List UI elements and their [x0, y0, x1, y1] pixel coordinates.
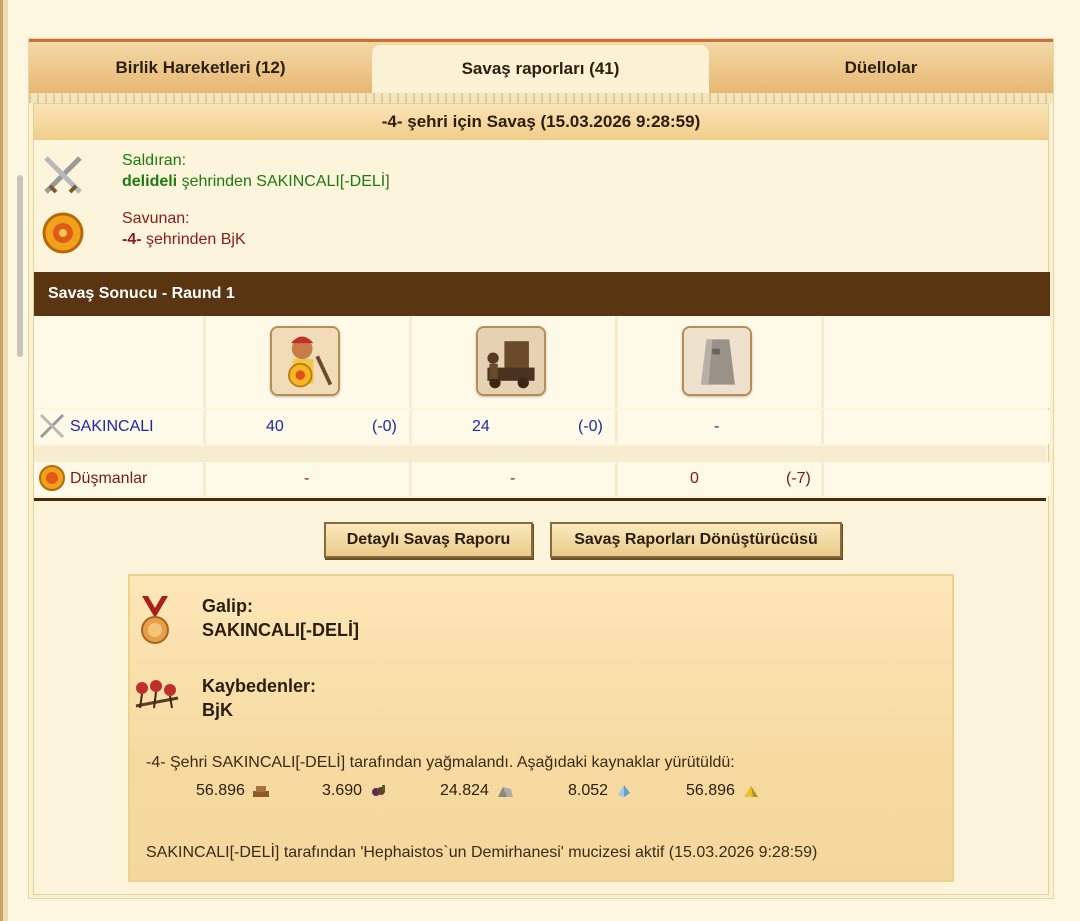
report-title: -4- şehri için Savaş (15.03.2026 9:28:59… [34, 104, 1048, 140]
shield-icon [39, 465, 65, 491]
battle-report: -4- şehri için Savaş (15.03.2026 9:28:59… [33, 103, 1050, 895]
wonder-text: SAKINCALI[-DELİ] tarafından 'Hephaistos`… [146, 844, 818, 861]
attacker-text: şehrinden SAKINCALI[-DELİ] [177, 173, 390, 190]
resource-value: 24.824 [440, 782, 489, 799]
report-converter-button[interactable]: Savaş Raporları Dönüştürücüsü [550, 522, 842, 558]
shield-icon [42, 212, 84, 254]
sulfur-icon [743, 786, 758, 797]
row-separator [34, 446, 1046, 462]
unit-loss: (-0) [372, 418, 397, 435]
attacker-unit-3: - [618, 410, 824, 444]
table-bottom-border [34, 498, 1046, 501]
enemy-unit-1: - [206, 462, 412, 496]
detailed-report-button[interactable]: Detaylı Savaş Raporu [324, 522, 533, 558]
empty-cell [824, 316, 1050, 408]
losers-label: Kaybedenler: [202, 676, 317, 696]
marble-icon [497, 787, 513, 797]
resource-crystal: 8.052 [568, 782, 634, 800]
enemy-row: Düşmanlar - - 0 (-7) [34, 462, 1050, 496]
attacker-city-link[interactable]: delideli [122, 173, 177, 190]
left-rail [0, 0, 8, 921]
crossed-swords-icon [44, 156, 82, 194]
attacker-unit-1: 40 (-0) [206, 410, 412, 444]
tab-battle-reports[interactable]: Savaş raporları (41) [372, 45, 709, 93]
resource-marble: 24.824 [440, 782, 515, 800]
empty-cell [34, 316, 206, 408]
crystal-icon [618, 785, 631, 797]
result-header: Savaş Sonucu - Raund 1 [34, 272, 1050, 316]
attacker-unit-2: 24 (-0) [412, 410, 618, 444]
resource-value: 56.896 [686, 782, 735, 799]
resource-value: 3.690 [322, 782, 363, 799]
losers-name: BjK [202, 700, 233, 720]
unit-header-row [34, 316, 1050, 408]
unit-col-3 [618, 316, 824, 408]
tab-unit-movements[interactable]: Birlik Hareketleri (12) [29, 42, 372, 93]
plunder-text: -4- Şehri SAKINCALI[-DELİ] tarafından ya… [146, 754, 735, 771]
resource-sulfur: 56.896 [686, 782, 761, 800]
unit-count: 0 [690, 470, 699, 487]
hoplite-unit-icon[interactable] [270, 326, 340, 396]
wood-icon [252, 786, 269, 797]
catapult-unit-icon[interactable] [476, 326, 546, 396]
attacker-row: SAKINCALI 40 (-0) 24 (-0) - [34, 410, 1050, 444]
report-frame: Birlik Hareketleri (12) Savaş raporları … [28, 38, 1054, 899]
attacker-line: delideli şehrinden SAKINCALI[-DELİ] [122, 173, 390, 191]
crossed-swords-icon [39, 413, 65, 439]
attacker-name-cell: SAKINCALI [34, 410, 206, 444]
attacker-info: Saldıran: delideli şehrinden SAKINCALI[-… [40, 152, 640, 202]
attacker-label: Saldıran: [122, 152, 187, 169]
enemy-unit-3: 0 (-7) [618, 462, 824, 496]
scrollbar[interactable] [17, 175, 23, 357]
unit-count: - [714, 418, 720, 435]
battle-summary: Galip: SAKINCALI[-DELİ] Kaybedenler: BjK… [128, 574, 954, 882]
unit-count: 24 [472, 418, 490, 435]
defender-info: Savunan: -4- şehrinden BjK [40, 210, 640, 260]
unit-count: - [304, 470, 310, 487]
medal-icon [141, 596, 169, 644]
defender-text: şehrinden BjK [141, 231, 246, 248]
attacker-name[interactable]: SAKINCALI [70, 418, 154, 436]
tab-duels[interactable]: Düellolar [709, 42, 1053, 93]
unit-count: - [510, 470, 516, 487]
defender-line: -4- şehrinden BjK [122, 231, 246, 249]
empty-cell [824, 462, 1050, 496]
winner-name: SAKINCALI[-DELİ] [202, 620, 359, 640]
wall-unit-icon[interactable] [682, 326, 752, 396]
decorative-border [29, 93, 1053, 103]
unit-loss: (-7) [786, 470, 811, 487]
winner-label: Galip: [202, 596, 254, 616]
unit-col-2 [412, 316, 618, 408]
empty-cell [824, 410, 1050, 444]
unit-count: 40 [266, 418, 284, 435]
defender-city-link[interactable]: -4- [122, 231, 142, 248]
enemy-unit-2: - [412, 462, 618, 496]
enemy-name-cell: Düşmanlar [34, 462, 206, 496]
resource-wine: 3.690 [322, 782, 388, 800]
fallen-soldiers-icon [135, 680, 179, 709]
defender-label: Savunan: [122, 210, 190, 227]
unit-loss: (-0) [578, 418, 603, 435]
resource-wood: 56.896 [196, 782, 271, 800]
enemy-name: Düşmanlar [70, 470, 148, 487]
wine-icon [372, 785, 386, 796]
resource-value: 56.896 [196, 782, 245, 799]
tab-bar: Birlik Hareketleri (12) Savaş raporları … [29, 39, 1053, 93]
unit-col-1 [206, 316, 412, 408]
resource-value: 8.052 [568, 782, 609, 799]
